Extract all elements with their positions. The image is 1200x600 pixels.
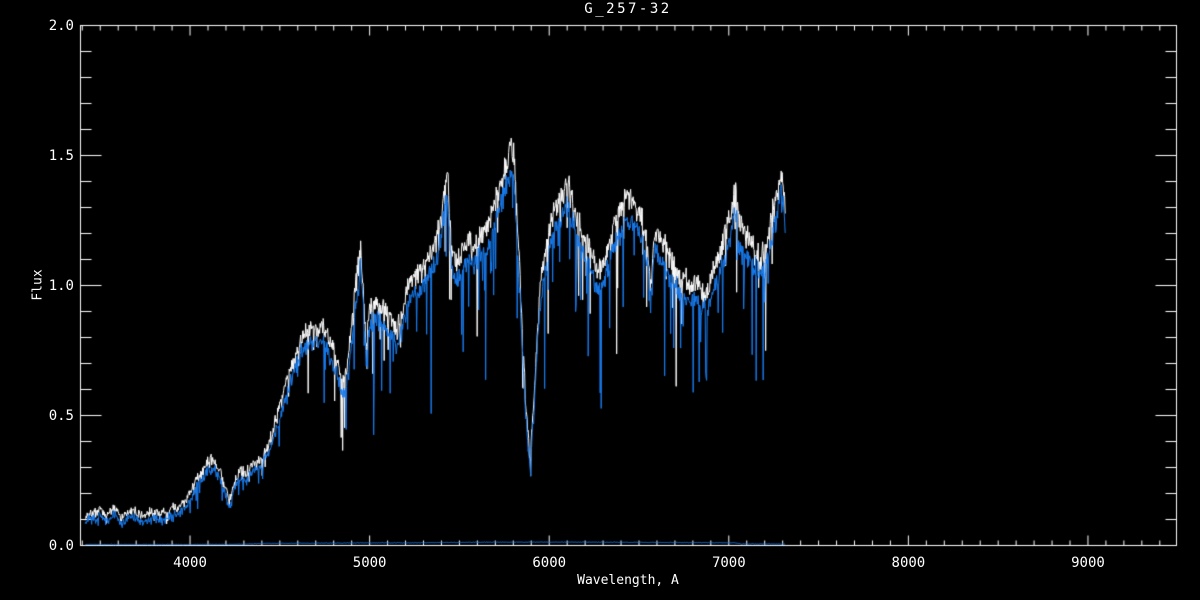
y-tick-label: 2.0 (48, 17, 74, 34)
spectrum-chart-canvas (0, 0, 1200, 600)
y-tick-label: 0.0 (48, 537, 74, 554)
y-tick-label: 0.5 (48, 407, 74, 424)
x-tick-label: 5000 (352, 555, 387, 571)
y-tick-label: 1.0 (48, 277, 74, 294)
x-axis-label: Wavelength, A (577, 573, 679, 588)
x-tick-label: 6000 (532, 555, 567, 571)
chart-title: G_257-32 (584, 1, 672, 17)
y-tick-label: 1.5 (48, 147, 74, 164)
x-tick-label: 4000 (173, 555, 207, 571)
x-tick-label: 8000 (891, 555, 926, 571)
spectrum-plot-window: G_257-32 Wavelength, A Flux 4000 5000 6000… (0, 0, 1200, 600)
x-tick-label: 9000 (1071, 555, 1105, 571)
x-tick-label: 7000 (711, 555, 746, 571)
